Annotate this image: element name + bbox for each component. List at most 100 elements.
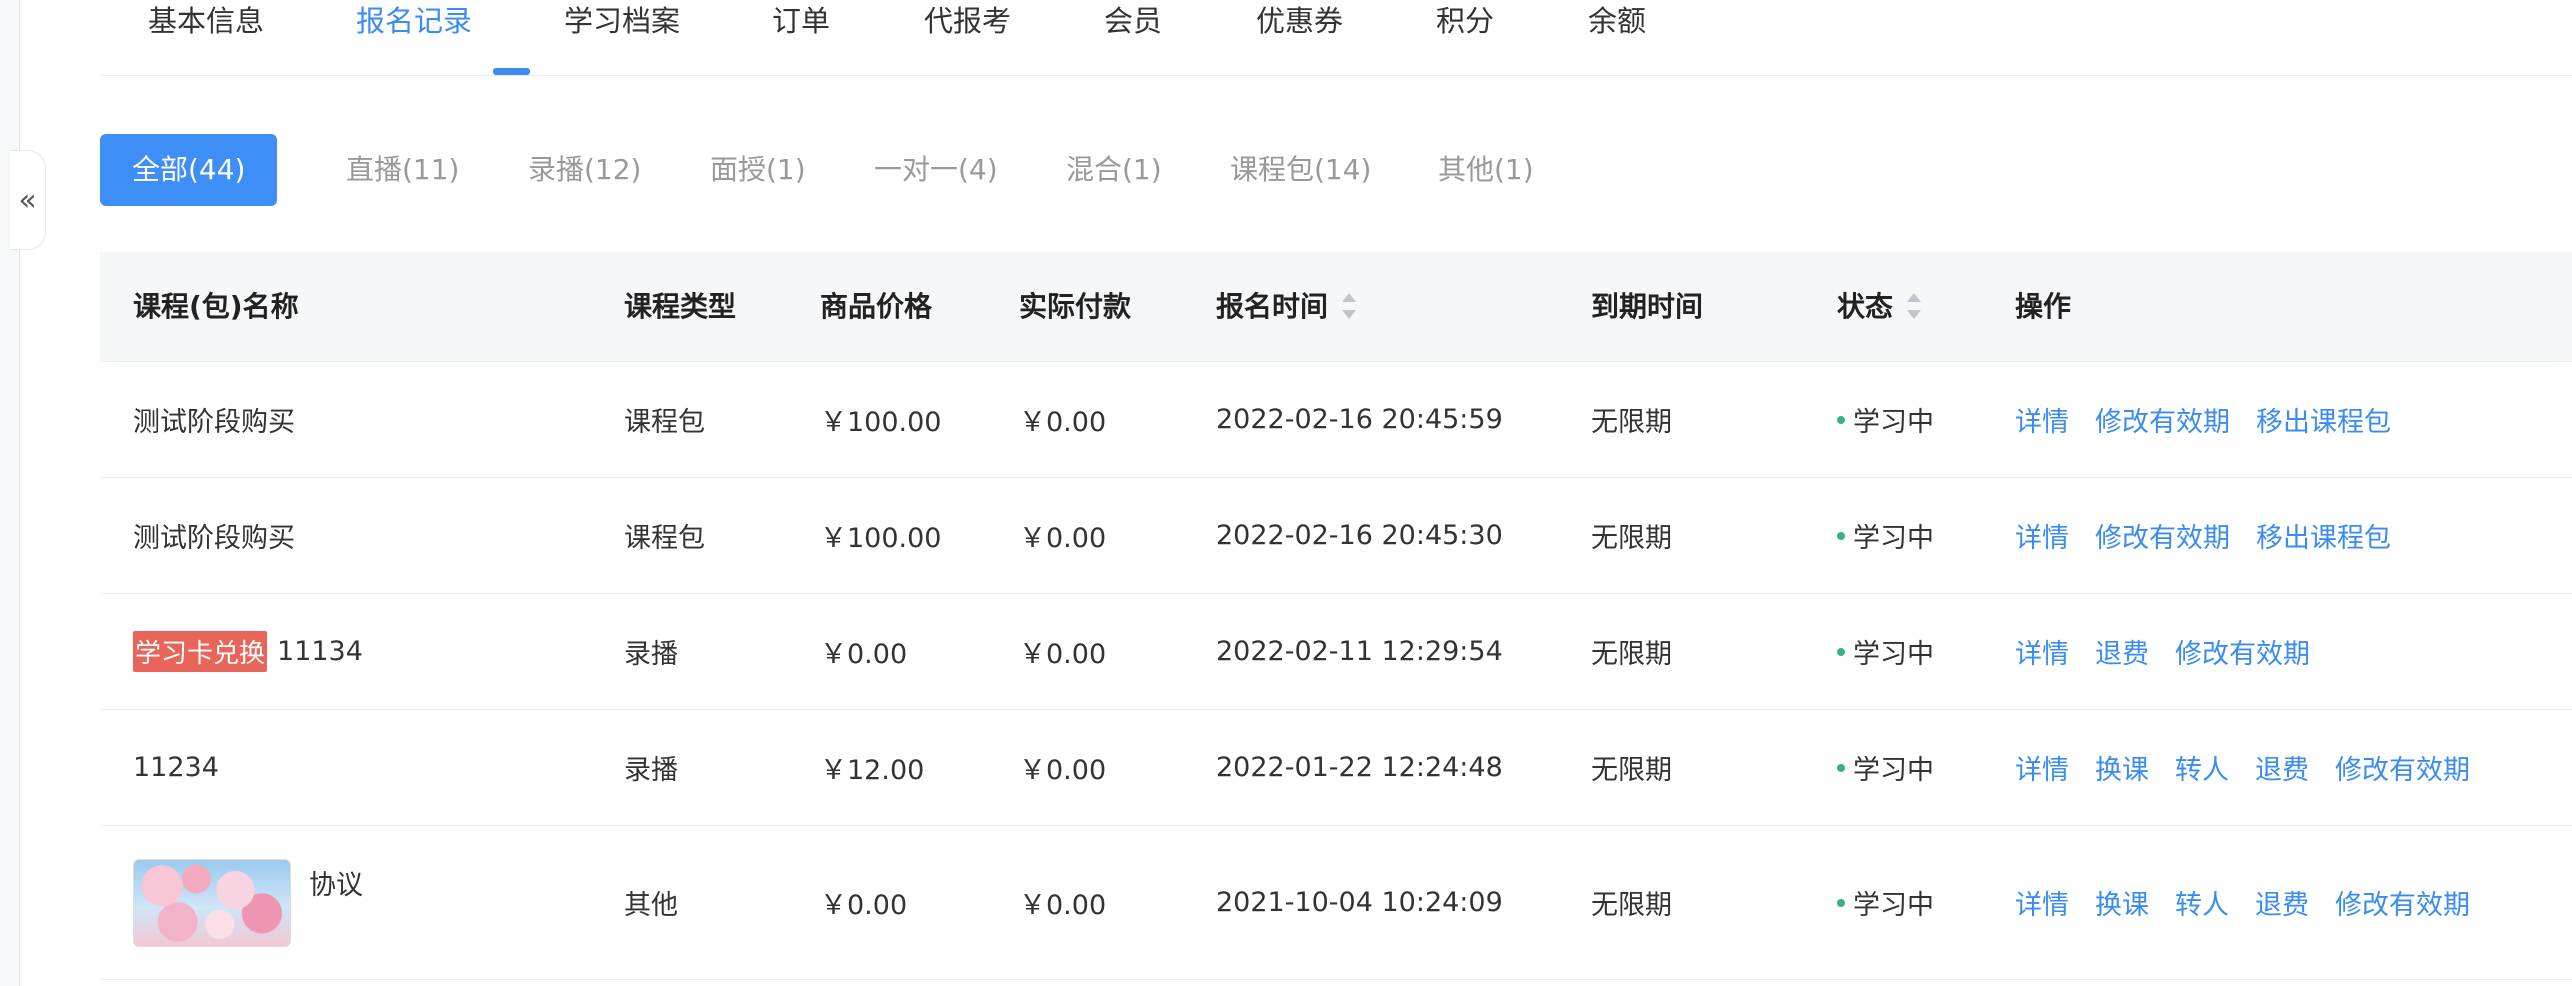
- course-type: 其他: [624, 890, 678, 921]
- tab-study-archive[interactable]: 学习档案: [564, 0, 680, 42]
- status: 学习中: [1837, 826, 1934, 979]
- tab-membership[interactable]: 会员: [1104, 0, 1162, 42]
- paid: ￥0.00: [1019, 407, 1107, 438]
- tab-orders[interactable]: 订单: [772, 0, 830, 42]
- paid: ￥0.00: [1019, 755, 1107, 786]
- status-label: 学习中: [1853, 755, 1934, 786]
- table-row: 11234 录播 ￥12.00 ￥0.00 2022-01-22 12:24:4…: [100, 710, 2572, 826]
- refund-link[interactable]: 退费: [2255, 748, 2309, 787]
- status: 学习中: [1837, 710, 1934, 825]
- enroll-time: 2022-02-11 12:29:54: [1216, 636, 1503, 667]
- transfer-link[interactable]: 转人: [2175, 883, 2229, 922]
- header-enroll-time[interactable]: 报名时间: [1216, 252, 1357, 362]
- header-actions: 操作: [2015, 290, 2072, 323]
- paid: ￥0.00: [1019, 523, 1107, 554]
- price: ￥100.00: [820, 407, 942, 438]
- course-name-text: 协议: [309, 869, 363, 901]
- course-type: 录播: [624, 639, 678, 670]
- remove-from-package-link[interactable]: 移出课程包: [2256, 516, 2391, 555]
- side-rail: [0, 0, 20, 986]
- filter-mixed[interactable]: 混合(1): [1066, 134, 1162, 206]
- change-course-link[interactable]: 换课: [2095, 748, 2149, 787]
- enroll-time: 2021-10-04 10:24:09: [1216, 887, 1503, 918]
- tab-enrollment-records[interactable]: 报名记录: [356, 0, 472, 42]
- filter-recorded[interactable]: 录播(12): [528, 134, 641, 206]
- table-row: 测试阶段购买 课程包 ￥100.00 ￥0.00 2022-02-16 20:4…: [100, 362, 2572, 478]
- details-link[interactable]: 详情: [2015, 748, 2069, 787]
- expire-time: 无限期: [1591, 755, 1672, 786]
- modify-validity-link[interactable]: 修改有效期: [2095, 400, 2230, 439]
- modify-validity-link[interactable]: 修改有效期: [2335, 883, 2470, 922]
- status-label: 学习中: [1853, 639, 1934, 670]
- refund-link[interactable]: 退费: [2095, 632, 2149, 671]
- change-course-link[interactable]: 换课: [2095, 883, 2149, 922]
- price: ￥100.00: [820, 523, 942, 554]
- enroll-time: 2022-01-22 12:24:48: [1216, 752, 1503, 783]
- filter-course-package[interactable]: 课程包(14): [1230, 134, 1371, 206]
- course-type: 录播: [624, 755, 678, 786]
- status: 学习中: [1837, 362, 1934, 477]
- modify-validity-link[interactable]: 修改有效期: [2175, 632, 2310, 671]
- tab-balance[interactable]: 余额: [1588, 0, 1646, 42]
- modify-validity-link[interactable]: 修改有效期: [2335, 748, 2470, 787]
- details-link[interactable]: 详情: [2015, 632, 2069, 671]
- header-status-label: 状态: [1837, 290, 1894, 323]
- table-row: 学习卡兑换 11134 录播 ￥0.00 ￥0.00 2022-02-11 12:…: [100, 594, 2572, 710]
- sort-icon[interactable]: [1342, 293, 1357, 319]
- tab-basic-info[interactable]: 基本信息: [148, 0, 264, 42]
- row-actions: 详情 换课 转人 退费 修改有效期: [2015, 710, 2496, 825]
- details-link[interactable]: 详情: [2015, 883, 2069, 922]
- remove-from-package-link[interactable]: 移出课程包: [2256, 400, 2391, 439]
- transfer-link[interactable]: 转人: [2175, 748, 2229, 787]
- status-label: 学习中: [1853, 523, 1934, 554]
- refund-link[interactable]: 退费: [2255, 883, 2309, 922]
- modify-validity-link[interactable]: 修改有效期: [2095, 516, 2230, 555]
- filter-live[interactable]: 直播(11): [346, 134, 459, 206]
- status-dot-icon: [1837, 415, 1845, 424]
- course-name: 11234: [133, 752, 219, 783]
- tab-points[interactable]: 积分: [1436, 0, 1494, 42]
- filter-other[interactable]: 其他(1): [1438, 134, 1534, 206]
- table-row: 协议 其他 ￥0.00 ￥0.00 2021-10-04 10:24:09 无限…: [100, 826, 2572, 980]
- course-name: 测试阶段购买: [133, 407, 295, 438]
- tab-proxy-exam[interactable]: 代报考: [924, 0, 1011, 42]
- collapse-sidebar-button[interactable]: «: [10, 150, 46, 250]
- expire-time: 无限期: [1591, 890, 1672, 921]
- header-status[interactable]: 状态: [1837, 252, 1922, 362]
- status-label: 学习中: [1853, 890, 1934, 921]
- course-name: 学习卡兑换 11134: [133, 594, 363, 709]
- course-name-text: 11134: [277, 636, 363, 667]
- table-row: 测试阶段购买 课程包 ￥100.00 ￥0.00 2022-02-16 20:4…: [100, 478, 2572, 594]
- price: ￥0.00: [820, 890, 908, 921]
- details-link[interactable]: 详情: [2015, 516, 2069, 555]
- expire-time: 无限期: [1591, 523, 1672, 554]
- active-tab-indicator: [493, 68, 530, 75]
- tab-coupons[interactable]: 优惠券: [1256, 0, 1343, 42]
- status: 学习中: [1837, 594, 1934, 709]
- status-dot-icon: [1837, 763, 1845, 772]
- filter-in-person[interactable]: 面授(1): [710, 134, 806, 206]
- filter-all[interactable]: 全部(44): [100, 134, 278, 206]
- enroll-time: 2022-02-16 20:45:30: [1216, 520, 1503, 551]
- header-price: 商品价格: [820, 290, 933, 323]
- row-actions: 详情 修改有效期 移出课程包: [2015, 362, 2417, 477]
- enrollment-table: 课程(包)名称 课程类型 商品价格 实际付款 报名时间 到期时间 状态 操作 测…: [100, 252, 2572, 980]
- status-dot-icon: [1837, 531, 1845, 540]
- details-link[interactable]: 详情: [2015, 400, 2069, 439]
- row-actions: 详情 修改有效期 移出课程包: [2015, 478, 2417, 593]
- row-actions: 详情 退费 修改有效期: [2015, 594, 2336, 709]
- course-thumbnail: [133, 858, 291, 947]
- status: 学习中: [1837, 478, 1934, 593]
- header-enroll-time-label: 报名时间: [1216, 290, 1329, 323]
- status-dot-icon: [1837, 647, 1845, 656]
- header-expire-time: 到期时间: [1591, 290, 1704, 323]
- table-header: 课程(包)名称 课程类型 商品价格 实际付款 报名时间 到期时间 状态 操作: [100, 252, 2572, 362]
- study-card-badge: 学习卡兑换: [133, 631, 268, 672]
- header-course-name: 课程(包)名称: [133, 290, 299, 323]
- enroll-time: 2022-02-16 20:45:59: [1216, 404, 1503, 435]
- record-tabs: 基本信息 报名记录 学习档案 订单 代报考 会员 优惠券 积分 余额: [100, 0, 2572, 76]
- double-chevron-left-icon: «: [18, 182, 37, 218]
- sort-icon[interactable]: [1907, 293, 1922, 319]
- filter-one-on-one[interactable]: 一对一(4): [874, 134, 998, 206]
- paid: ￥0.00: [1019, 890, 1107, 921]
